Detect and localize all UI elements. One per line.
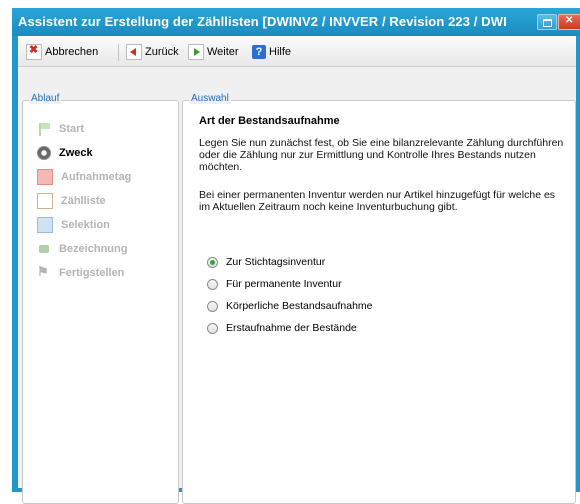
steps-panel: Ablauf Start Zweck Aufnahmetag Zählliste…: [22, 93, 179, 504]
step-aufnahmetag: Aufnahmetag: [37, 169, 131, 185]
next-arrow-icon: [188, 44, 204, 60]
window-client: Abbrechen Zurück Weiter ? Hilfe Ablauf S…: [18, 36, 576, 504]
step-fertigstellen: Fertigstellen: [37, 264, 125, 281]
step-label: Selektion: [61, 219, 110, 231]
option-label: Für permanente Inventur: [226, 278, 342, 290]
help-icon: ?: [252, 45, 266, 59]
selection-panel: Auswahl Art der Bestandsaufnahme Legen S…: [182, 93, 576, 504]
step-selektion: Selektion: [37, 217, 110, 233]
flag-icon: [37, 122, 51, 136]
option-erstaufnahme[interactable]: Erstaufnahme der Bestände: [207, 321, 357, 335]
selection-icon: [37, 217, 53, 233]
cancel-label: Abbrechen: [45, 46, 99, 58]
tag-icon: [37, 242, 51, 256]
document-icon: [37, 193, 53, 209]
option-label: Zur Stichtagsinventur: [226, 256, 326, 268]
selection-legend: Auswahl: [189, 93, 231, 104]
toolbar-separator: [118, 44, 119, 61]
description-paragraph: Legen Sie nun zunächst fest, ob Sie eine…: [199, 137, 564, 173]
toolbar: Abbrechen Zurück Weiter ? Hilfe: [18, 36, 576, 67]
step-label: Start: [59, 123, 85, 135]
help-label: Hilfe: [269, 46, 292, 58]
step-start: Start: [37, 121, 84, 137]
wizard-window: Assistent zur Erstellung der Zähllisten …: [12, 8, 580, 504]
step-label: Zweck: [59, 147, 93, 159]
option-koerperliche-bestandsaufnahme[interactable]: Körperliche Bestandsaufnahme: [207, 299, 373, 313]
option-label: Erstaufnahme der Bestände: [226, 322, 357, 334]
back-arrow-icon: [126, 44, 142, 60]
step-label: Zählliste: [61, 195, 106, 207]
step-bezeichnung: Bezeichnung: [37, 241, 127, 257]
radio-button[interactable]: [207, 300, 218, 312]
next-label: Weiter: [207, 46, 239, 58]
radio-button[interactable]: [207, 256, 218, 268]
cancel-button[interactable]: Abbrechen: [26, 43, 99, 60]
radio-button[interactable]: [207, 322, 218, 334]
back-label: Zurück: [145, 46, 179, 58]
radio-button[interactable]: [207, 278, 218, 290]
option-stichtagsinventur[interactable]: Zur Stichtagsinventur: [207, 255, 325, 269]
next-button[interactable]: Weiter: [188, 44, 239, 60]
option-label: Körperliche Bestandsaufnahme: [226, 300, 373, 312]
permanent-inventory-note: Bei einer permanenten Inventur werden nu…: [199, 189, 556, 213]
finish-icon: [37, 264, 51, 280]
step-label: Fertigstellen: [59, 267, 125, 279]
cancel-icon: [26, 43, 42, 60]
section-heading: Art der Bestandsaufnahme: [199, 115, 340, 127]
title-bar[interactable]: Assistent zur Erstellung der Zähllisten …: [12, 8, 580, 36]
step-label: Aufnahmetag: [61, 171, 132, 183]
restore-button[interactable]: [537, 14, 557, 30]
step-zaehlliste: Zählliste: [37, 193, 106, 209]
step-zweck: Zweck: [37, 145, 93, 161]
back-button[interactable]: Zurück: [126, 44, 179, 60]
steps-legend: Ablauf: [29, 93, 62, 104]
option-permanente-inventur[interactable]: Für permanente Inventur: [207, 277, 342, 291]
window-title: Assistent zur Erstellung der Zähllisten …: [18, 14, 507, 29]
close-button[interactable]: [558, 14, 580, 30]
help-button[interactable]: ? Hilfe: [252, 44, 291, 60]
step-label: Bezeichnung: [59, 243, 128, 255]
calendar-icon: [37, 169, 53, 185]
gear-icon: [37, 146, 51, 160]
